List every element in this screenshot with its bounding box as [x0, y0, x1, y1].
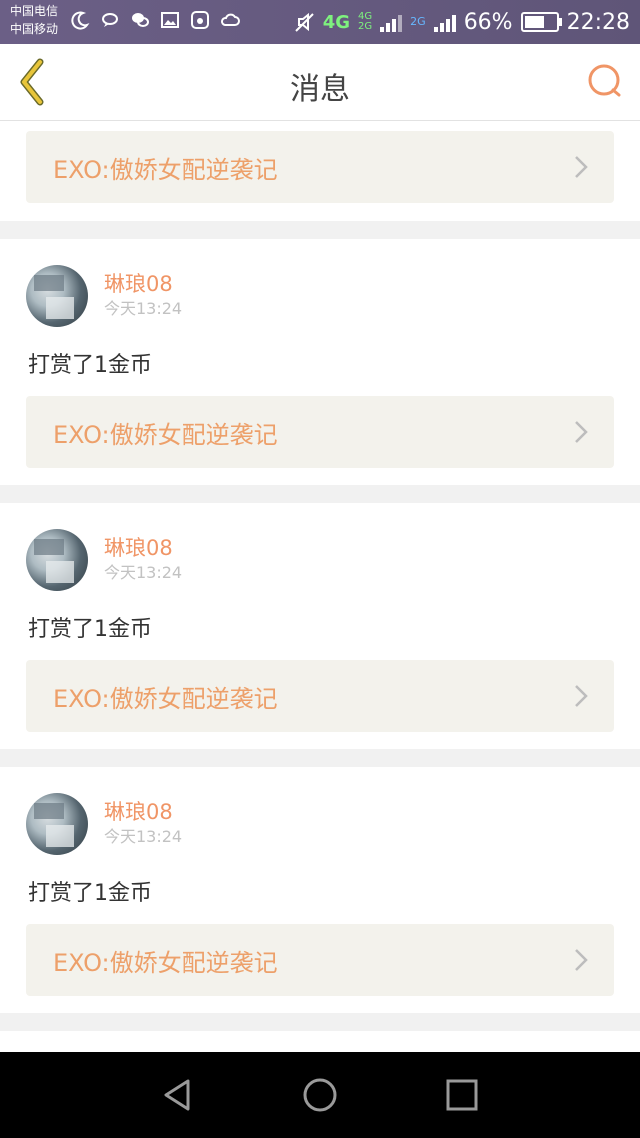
message-user: 琳琅08 今天13:24: [26, 793, 182, 855]
system-nav-bar: [0, 1052, 640, 1138]
avatar[interactable]: [26, 793, 88, 855]
app-header: 消息: [0, 44, 640, 121]
divider: [0, 749, 640, 767]
chevron-right-icon: [575, 421, 588, 443]
book-title: EXO:傲娇女配逆袭记: [53, 948, 278, 977]
avatar[interactable]: [26, 265, 88, 327]
app-icon: [191, 11, 209, 29]
network-4g: 4G: [322, 11, 351, 33]
message-time: 今天13:24: [104, 563, 183, 582]
message-item-partial: EXO:傲娇女配逆袭记: [0, 121, 640, 221]
message-user: 琳琅08 今天13:24: [26, 265, 182, 327]
username[interactable]: 琳琅08: [104, 271, 182, 297]
notification-icons: [70, 10, 240, 30]
clock: 22:28: [566, 9, 630, 35]
username[interactable]: 琳琅08: [104, 799, 182, 825]
status-right: 4G 4G 2G 2G 66% 22:28: [293, 6, 630, 38]
message-text: 打赏了1金币: [28, 881, 152, 906]
recent-apps-icon[interactable]: [442, 1075, 482, 1115]
page-title: 消息: [290, 72, 350, 107]
network-2g: 2G: [410, 15, 426, 28]
chat-bubble-icon: [102, 13, 118, 27]
chevron-right-icon: [575, 949, 588, 971]
divider: [0, 485, 640, 503]
carrier-2: 中国移动: [10, 22, 59, 36]
signal-2-icon: [433, 12, 456, 32]
carrier-1: 中国电信: [10, 4, 59, 18]
divider: [0, 221, 640, 239]
carrier-labels: 中国电信 中国移动: [10, 2, 58, 38]
image-icon: [161, 12, 179, 28]
book-title: EXO:傲娇女配逆袭记: [53, 420, 278, 449]
message-text: 打赏了1金币: [28, 353, 152, 378]
status-bar: 中国电信 中国移动 4G 4G 2G 2G 66% 22:28: [0, 0, 640, 44]
back-triangle-icon[interactable]: [158, 1075, 198, 1115]
book-link[interactable]: EXO:傲娇女配逆袭记: [26, 660, 614, 732]
chevron-right-icon: [575, 156, 588, 178]
book-link[interactable]: EXO:傲娇女配逆袭记: [26, 924, 614, 996]
network-2g-small: 2G: [358, 21, 373, 32]
avatar[interactable]: [26, 529, 88, 591]
wechat-icon: [132, 13, 149, 27]
book-title: EXO:傲娇女配逆袭记: [53, 155, 278, 184]
battery-icon: [520, 12, 562, 32]
chevron-right-icon: [575, 685, 588, 707]
search-icon[interactable]: [586, 62, 624, 100]
battery-percent: 66%: [463, 9, 513, 35]
message-user: 琳琅08 今天13:24: [26, 529, 182, 591]
divider: [0, 1013, 640, 1031]
moon-icon: [71, 11, 90, 30]
home-circle-icon[interactable]: [300, 1075, 340, 1115]
message-item: 琳琅08 今天13:24 打赏了1金币 EXO:傲娇女配逆袭记: [0, 767, 640, 1013]
message-time: 今天13:24: [104, 827, 183, 846]
signal-1-icon: [380, 12, 403, 32]
cloud-icon: [221, 13, 240, 26]
book-title: EXO:傲娇女配逆袭记: [53, 684, 278, 713]
mute-icon: [295, 12, 314, 32]
message-item: 琳琅08 今天13:24 打赏了1金币 EXO:傲娇女配逆袭记: [0, 503, 640, 749]
book-link[interactable]: EXO:傲娇女配逆袭记: [26, 396, 614, 468]
message-list: EXO:傲娇女配逆袭记 琳琅08 今天13:24 打赏了1金币 EXO:傲娇女配…: [0, 121, 640, 1071]
username[interactable]: 琳琅08: [104, 535, 182, 561]
message-time: 今天13:24: [104, 299, 183, 318]
network-dual: 4G 2G: [358, 12, 372, 32]
message-item: 琳琅08 今天13:24 打赏了1金币 EXO:傲娇女配逆袭记: [0, 239, 640, 485]
message-text: 打赏了1金币: [28, 617, 152, 642]
book-link[interactable]: EXO:傲娇女配逆袭记: [26, 131, 614, 203]
